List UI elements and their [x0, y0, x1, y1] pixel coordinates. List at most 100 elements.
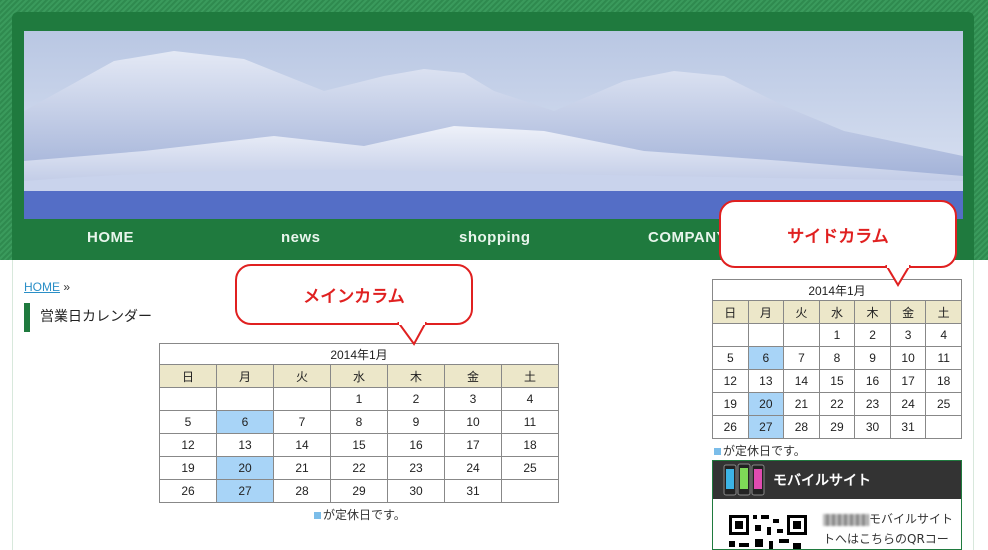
weekday-header: 土	[925, 300, 962, 324]
calendar-day	[783, 323, 820, 347]
calendar-day: 25	[501, 456, 559, 480]
calendar-day: 11	[925, 346, 962, 370]
calendar-day: 1	[818, 323, 856, 347]
main-calendar: 2014年1月日月火水木金土 1 2 3 4 5 6 7 8 9 10 11 12 13 14 15 16 17 1…	[159, 343, 559, 503]
weekday-header: 月	[216, 364, 274, 388]
calendar-week-row: 12 13 14 15 16 17 18	[159, 433, 559, 457]
calendar-day: 12	[159, 433, 217, 457]
main-calendar-legend: が定休日です。	[314, 506, 406, 523]
calendar-week-row: 26 27 28 29 30 31	[159, 479, 559, 503]
calendar-day: 17	[889, 369, 927, 393]
calendar-day: 22	[818, 392, 856, 416]
calendar-day: 4	[501, 387, 559, 411]
side-calendar: 2014年1月日月火水木金土 1 2 3 4 5 6 7 8 9 10 11 12 13 14 15 16 17 1…	[712, 279, 962, 439]
calendar-day: 18	[501, 433, 559, 457]
weekday-header: 金	[889, 300, 927, 324]
calendar-caption: 2014年1月	[159, 343, 559, 365]
calendar-day: 16	[387, 433, 445, 457]
calendar-day: 2	[854, 323, 891, 347]
calendar-day: 19	[159, 456, 217, 480]
calendar-day	[747, 323, 785, 347]
calendar-week-row: 1234	[159, 387, 559, 411]
callout-side-column: サイドカラム	[719, 200, 957, 268]
calendar-day: 3	[889, 323, 927, 347]
nav-item-shopping[interactable]: shopping	[459, 229, 531, 246]
calendar-day: 15	[818, 369, 856, 393]
calendar-day: 13	[747, 369, 785, 393]
holiday-swatch	[714, 448, 721, 455]
calendar-day	[216, 387, 274, 411]
weekday-header: 金	[444, 364, 502, 388]
calendar-day: 14	[273, 433, 331, 457]
calendar-day: 11	[501, 410, 559, 434]
calendar-week-row: 12 13 14 15 16 17 18	[712, 369, 962, 393]
calendar-day: 12	[712, 369, 749, 393]
calendar-week-row: 5 6 7 8 9 10 11	[712, 346, 962, 370]
calendar-day: 25	[925, 392, 962, 416]
calendar-day: 31	[444, 479, 502, 503]
weekday-header: 火	[273, 364, 331, 388]
calendar-day: 21	[783, 392, 820, 416]
weekday-header: 木	[387, 364, 445, 388]
calendar-day: 8	[330, 410, 388, 434]
calendar-day-holiday: 27	[216, 479, 274, 503]
calendar-day: 26	[712, 415, 749, 439]
holiday-swatch	[314, 512, 321, 519]
calendar-day: 4	[925, 323, 962, 347]
nav-item-news[interactable]: news	[281, 229, 321, 246]
calendar-day: 26	[159, 479, 217, 503]
calendar-day: 29	[818, 415, 856, 439]
calendar-day: 18	[925, 369, 962, 393]
page-title: 営業日カレンダー	[24, 303, 152, 332]
nav-item-home[interactable]: HOME	[87, 229, 134, 246]
qr-code-image	[727, 513, 809, 549]
weekday-header: 木	[854, 300, 891, 324]
callout-main-column: メインカラム	[235, 264, 473, 325]
calendar-day: 8	[818, 346, 856, 370]
calendar-day: 23	[387, 456, 445, 480]
calendar-day: 24	[889, 392, 927, 416]
calendar-day: 10	[889, 346, 927, 370]
calendar-day: 15	[330, 433, 388, 457]
calendar-day: 5	[712, 346, 749, 370]
nav-item-company[interactable]: COMPANY	[648, 229, 727, 246]
calendar-week-row: 5 6 7 8 9 10 11	[159, 410, 559, 434]
weekday-header: 日	[712, 300, 749, 324]
calendar-day-holiday: 27	[747, 415, 785, 439]
calendar-day: 14	[783, 369, 820, 393]
breadcrumb-separator: »	[63, 280, 71, 294]
calendar-day-holiday: 6	[216, 410, 274, 434]
calendar-day	[501, 479, 559, 503]
calendar-day	[273, 387, 331, 411]
callout-main-tail	[397, 322, 427, 346]
blurred-store-name	[823, 513, 869, 526]
calendar-week-row: 26 27 28 29 30 31	[712, 415, 962, 439]
calendar-day: 10	[444, 410, 502, 434]
calendar-day: 13	[216, 433, 274, 457]
callout-side-tail	[885, 265, 911, 287]
mobile-site-box[interactable]: モバイルサイト モバイルサイト トへはこちらのQRコー	[712, 460, 962, 550]
side-calendar-legend: が定休日です。	[714, 442, 806, 459]
calendar-day-holiday: 6	[747, 346, 785, 370]
calendar-day	[159, 387, 217, 411]
calendar-day: 23	[854, 392, 891, 416]
calendar-day: 31	[889, 415, 927, 439]
calendar-week-row: 1234	[712, 323, 962, 347]
mobile-site-header: モバイルサイト	[713, 461, 961, 499]
banner-image	[24, 31, 963, 219]
calendar-week-row: 19 20 21 22 23 24 25	[712, 392, 962, 416]
calendar-day	[712, 323, 749, 347]
breadcrumb: HOME »	[24, 280, 70, 294]
calendar-day: 21	[273, 456, 331, 480]
calendar-caption: 2014年1月	[712, 279, 962, 301]
calendar-day: 30	[387, 479, 445, 503]
weekday-header: 日	[159, 364, 217, 388]
calendar-day: 19	[712, 392, 749, 416]
calendar-day: 5	[159, 410, 217, 434]
breadcrumb-home-link[interactable]: HOME	[24, 280, 60, 294]
calendar-day-holiday: 20	[747, 392, 785, 416]
calendar-day: 9	[854, 346, 891, 370]
calendar-day: 29	[330, 479, 388, 503]
mobile-site-title: モバイルサイト	[773, 473, 871, 489]
calendar-day: 7	[783, 346, 820, 370]
